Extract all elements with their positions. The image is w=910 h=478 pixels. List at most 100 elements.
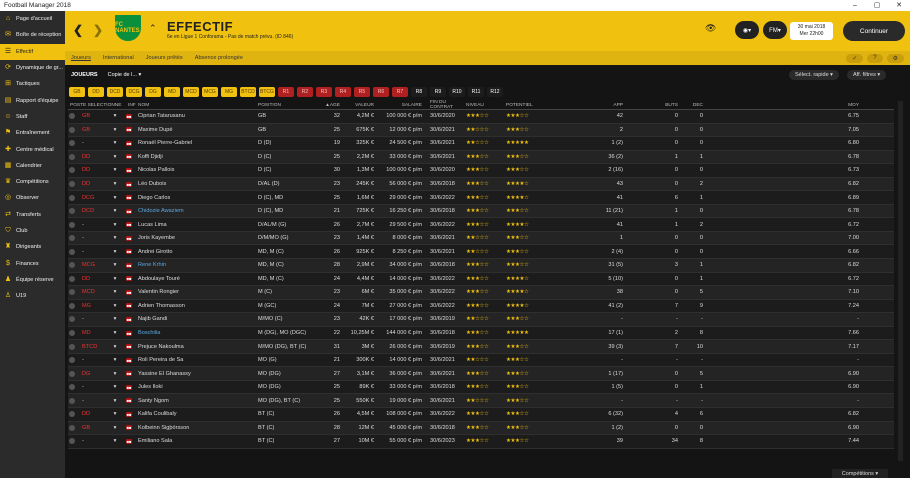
cell-sel[interactable]: GB <box>76 113 110 119</box>
sidebar-item-5[interactable]: ▤ Rapport d'équipe <box>0 92 65 108</box>
role-dropdown-icon[interactable]: ▾ <box>110 140 120 146</box>
col-name[interactable]: NOM <box>138 103 258 108</box>
table-row[interactable]: DD ▾ ■■ Nicolas Pallois D (C) 30 1,3M € 100 000… <box>68 164 894 178</box>
cell-name[interactable]: Rene Krhin <box>138 262 258 268</box>
table-row[interactable]: - ▾ ■■ Roli Pereira de Sa MO (G) 21 300K €14 0… <box>68 353 894 368</box>
quick-select-dropdown[interactable]: Sélect. rapide ▾ <box>789 70 839 80</box>
sidebar-item-7[interactable]: ⚑ Entraînement <box>0 125 65 141</box>
row-select-toggle[interactable] <box>68 153 76 160</box>
table-row[interactable]: - ▾ ■■ Emiliano Sala BT (C) 27 10M € 55 000 € p… <box>68 435 894 449</box>
position-filter-r4[interactable]: R4 <box>335 87 351 97</box>
role-dropdown-icon[interactable]: ▾ <box>110 384 120 390</box>
table-row[interactable]: - ▾ ■■ Santy Ngom MO (DG), BT (C) 25 550K €19 … <box>68 394 894 409</box>
row-select-toggle[interactable] <box>68 411 76 418</box>
position-filter-md[interactable]: MD <box>164 87 180 97</box>
table-row[interactable]: DD ▾ ■■ Kalifa Coulibaly BT (C) 26 4,5M € 108 0… <box>68 408 894 422</box>
role-dropdown-icon[interactable]: ▾ <box>110 181 120 187</box>
row-select-toggle[interactable] <box>68 208 76 215</box>
table-row[interactable]: - ▾ ■■ Jules Iloki MO (DG) 25 89K € 33 000 € p/… <box>68 380 894 395</box>
role-dropdown-icon[interactable]: ▾ <box>110 289 120 295</box>
role-dropdown-icon[interactable]: ▾ <box>110 438 120 444</box>
cell-sel[interactable]: - <box>76 235 110 241</box>
position-filter-r1[interactable]: R1 <box>278 87 294 97</box>
cell-sel[interactable]: DD <box>76 181 110 187</box>
cell-name[interactable]: Joris Kayembe <box>138 235 258 241</box>
role-dropdown-icon[interactable]: ▾ <box>110 235 120 241</box>
role-dropdown-icon[interactable]: ▾ <box>110 113 120 119</box>
cell-sel[interactable]: - <box>76 140 110 146</box>
row-select-toggle[interactable] <box>68 221 76 228</box>
cell-sel[interactable]: DD <box>76 167 110 173</box>
row-select-toggle[interactable] <box>68 302 76 309</box>
settings-icon[interactable]: ⚙ <box>886 53 904 63</box>
position-filter-r10[interactable]: R10 <box>449 87 465 97</box>
sidebar-item-12[interactable]: ⇄ Transferts <box>0 207 65 223</box>
col-position[interactable]: POSITION <box>258 103 318 108</box>
fm-menu-button[interactable]: FM▾ <box>763 21 787 39</box>
role-dropdown-icon[interactable]: ▾ <box>110 425 120 431</box>
row-select-toggle[interactable] <box>68 235 76 242</box>
position-filter-btcd[interactable]: BTCD <box>240 87 256 97</box>
cell-name[interactable]: Santy Ngom <box>138 398 258 404</box>
sidebar-item-13[interactable]: ⛉ Club <box>0 223 65 239</box>
role-dropdown-icon[interactable]: ▾ <box>110 371 120 377</box>
position-filter-r5[interactable]: R5 <box>354 87 370 97</box>
cell-name[interactable]: Jules Iloki <box>138 384 258 390</box>
row-select-toggle[interactable] <box>68 262 76 269</box>
role-dropdown-icon[interactable]: ▾ <box>110 262 120 268</box>
cell-name[interactable]: Roli Pereira de Sa <box>138 357 258 363</box>
role-dropdown-icon[interactable]: ▾ <box>110 398 120 404</box>
sidebar-item-8[interactable]: ✚ Centre médical <box>0 141 65 157</box>
cell-name[interactable]: Andrei Girotto <box>138 249 258 255</box>
col-dec[interactable]: DÉC <box>682 103 707 108</box>
col-potential[interactable]: POTENTIEL <box>502 103 542 108</box>
table-row[interactable]: - ▾ ■■ Andrei Girotto MD, M (C) 26 925K € 8 250… <box>68 245 894 260</box>
sidebar-item-10[interactable]: ♛ Compétitions <box>0 174 65 190</box>
role-dropdown-icon[interactable]: ▾ <box>110 249 120 255</box>
col-apps[interactable]: APP <box>542 103 627 108</box>
cell-sel[interactable]: MCG <box>76 262 110 268</box>
cell-name[interactable]: Kolbeinn Sigþórsson <box>138 425 258 431</box>
cell-sel[interactable]: GB <box>76 127 110 133</box>
cell-name[interactable]: Lucas Lima <box>138 222 258 228</box>
table-row[interactable]: - ▾ ■■ Lucas Lima D/AL/M (G) 26 2,7M € 29 500 €… <box>68 218 894 232</box>
position-filter-dcg[interactable]: DCG <box>126 87 142 97</box>
position-filter-r3[interactable]: R3 <box>316 87 332 97</box>
row-select-toggle[interactable] <box>68 289 76 296</box>
role-dropdown-icon[interactable]: ▾ <box>110 330 120 336</box>
table-row[interactable]: DCD ▾ ■■ Chidozie Awaziem D (C), MD 21 725K € 1… <box>68 204 894 219</box>
role-dropdown-icon[interactable]: ▾ <box>110 195 120 201</box>
cell-name[interactable]: Chidozie Awaziem <box>138 208 258 214</box>
col-avg[interactable]: MOY <box>707 103 863 108</box>
role-dropdown-icon[interactable]: ▾ <box>110 276 120 282</box>
position-filter-dg[interactable]: DG <box>145 87 161 97</box>
tab-international[interactable]: International <box>97 55 140 61</box>
table-row[interactable]: - ▾ ■■ Joris Kayembe D/M/MO (G) 23 1,4M € 8 000… <box>68 231 894 246</box>
col-inf[interactable]: INF <box>128 103 138 108</box>
table-row[interactable]: DCG ▾ ■■ Diego Carlos D (C), MD 25 1,6M € 29 00… <box>68 191 894 205</box>
role-dropdown-icon[interactable]: ▾ <box>110 411 120 417</box>
table-row[interactable]: - ▾ ■■ Ronaël Pierre-Gabriel D (D) 19 325K € 24… <box>68 137 894 151</box>
role-dropdown-icon[interactable]: ▾ <box>110 316 120 322</box>
table-row[interactable]: MCG ▾ ■■ Rene Krhin MD, M (C) 28 2,9M € 34 000 … <box>68 259 894 273</box>
table-row[interactable]: GB ▾ ■■ Maxime Dupé GB 25 675K €12 000 € p/m 30… <box>68 123 894 138</box>
table-row[interactable]: MCD ▾ ■■ Valentin Rongier M (C) 23 6M € 35 000 … <box>68 286 894 300</box>
row-select-toggle[interactable] <box>68 316 76 323</box>
cell-sel[interactable]: DD <box>76 276 110 282</box>
col-level[interactable]: NIVEAU <box>462 103 502 108</box>
cell-name[interactable]: Boschilia <box>138 330 258 336</box>
position-filter-r2[interactable]: R2 <box>297 87 313 97</box>
role-dropdown-icon[interactable]: ▾ <box>110 167 120 173</box>
competitions-button[interactable]: Compétitions ▾ <box>832 469 888 478</box>
cell-sel[interactable]: DG <box>76 371 110 377</box>
help-icon[interactable]: ? <box>867 53 883 63</box>
sidebar-item-14[interactable]: ♜ Dirigeants <box>0 239 65 255</box>
club-crest[interactable]: FC NANTES <box>113 13 143 43</box>
cell-sel[interactable]: - <box>76 222 110 228</box>
show-filters-button[interactable]: Aff. filtres ▾ <box>847 70 887 80</box>
club-switch-icon[interactable]: ⌃ <box>149 23 157 34</box>
row-select-toggle[interactable] <box>68 424 76 431</box>
role-dropdown-icon[interactable]: ▾ <box>110 127 120 133</box>
position-filter-dcd[interactable]: DCD <box>107 87 123 97</box>
cell-sel[interactable]: DD <box>76 154 110 160</box>
